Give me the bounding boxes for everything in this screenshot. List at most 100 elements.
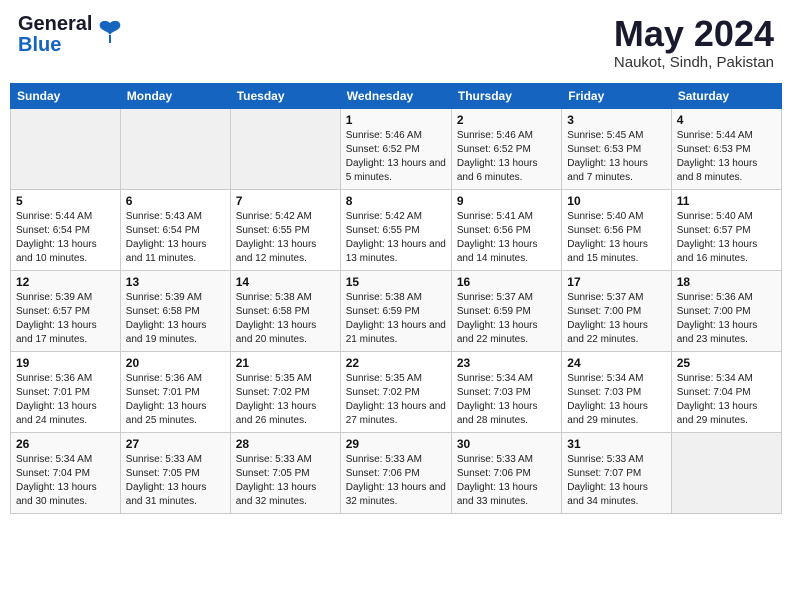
calendar-cell: 23Sunrise: 5:34 AMSunset: 7:03 PMDayligh…	[451, 351, 561, 432]
calendar-cell	[120, 108, 230, 189]
day-info: Sunrise: 5:34 AMSunset: 7:03 PMDaylight:…	[567, 372, 665, 428]
calendar-cell	[671, 432, 781, 513]
calendar-cell: 2 Sunrise: 5:46 AMSunset: 6:52 PMDaylight…	[451, 108, 561, 189]
day-info: Sunrise: 5:37 AMSunset: 6:59 PMDaylight:…	[457, 291, 556, 347]
calendar-cell: 9 Sunrise: 5:41 AMSunset: 6:56 PMDaylight…	[451, 189, 561, 270]
calendar-cell: 3Sunrise: 5:45 AMSunset: 6:53 PMDaylight…	[562, 108, 671, 189]
day-number: 26	[16, 437, 115, 451]
day-info: Sunrise: 5:36 AMSunset: 7:01 PMDaylight:…	[126, 372, 225, 428]
day-info: Sunrise: 5:44 AMSunset: 6:53 PMDaylight:…	[677, 129, 776, 185]
calendar-cell: 15Sunrise: 5:38 AMSunset: 6:59 PMDayligh…	[340, 270, 451, 351]
day-number: 27	[126, 437, 225, 451]
logo: General Blue	[18, 14, 124, 56]
weekday-header-cell: Monday	[120, 83, 230, 108]
calendar-cell: 13Sunrise: 5:39 AMSunset: 6:58 PMDayligh…	[120, 270, 230, 351]
day-number: 9	[457, 194, 556, 208]
day-number: 3	[567, 113, 665, 127]
day-number: 8	[346, 194, 446, 208]
day-number: 19	[16, 356, 115, 370]
calendar-cell: 16 Sunrise: 5:37 AMSunset: 6:59 PMDayligh…	[451, 270, 561, 351]
day-number: 10	[567, 194, 665, 208]
day-info: Sunrise: 5:33 AMSunset: 7:06 PMDaylight:…	[346, 453, 446, 509]
day-info: Sunrise: 5:37 AMSunset: 7:00 PMDaylight:…	[567, 291, 665, 347]
calendar-cell: 5 Sunrise: 5:44 AMSunset: 6:54 PMDaylight…	[11, 189, 121, 270]
day-number: 25	[677, 356, 776, 370]
day-number: 21	[236, 356, 335, 370]
calendar-cell: 20 Sunrise: 5:36 AMSunset: 7:01 PMDayligh…	[120, 351, 230, 432]
day-info: Sunrise: 5:38 AMSunset: 6:58 PMDaylight:…	[236, 291, 335, 347]
day-info: Sunrise: 5:33 AMSunset: 7:06 PMDaylight:…	[457, 453, 556, 509]
calendar-cell: 8 Sunrise: 5:42 AMSunset: 6:55 PMDaylight…	[340, 189, 451, 270]
day-number: 24	[567, 356, 665, 370]
day-number: 12	[16, 275, 115, 289]
day-info: Sunrise: 5:41 AMSunset: 6:56 PMDaylight:…	[457, 210, 556, 266]
location-title: Naukot, Sindh, Pakistan	[614, 54, 774, 71]
calendar-cell: 17Sunrise: 5:37 AMSunset: 7:00 PMDayligh…	[562, 270, 671, 351]
day-number: 30	[457, 437, 556, 451]
weekday-header-cell: Friday	[562, 83, 671, 108]
calendar-cell: 18 Sunrise: 5:36 AMSunset: 7:00 PMDayligh…	[671, 270, 781, 351]
logo-general: General	[18, 14, 92, 35]
day-info: Sunrise: 5:33 AMSunset: 7:05 PMDaylight:…	[236, 453, 335, 509]
weekday-header-cell: Wednesday	[340, 83, 451, 108]
calendar-cell: 31Sunrise: 5:33 AMSunset: 7:07 PMDayligh…	[562, 432, 671, 513]
day-info: Sunrise: 5:35 AMSunset: 7:02 PMDaylight:…	[346, 372, 446, 428]
weekday-header-cell: Sunday	[11, 83, 121, 108]
day-info: Sunrise: 5:42 AMSunset: 6:55 PMDaylight:…	[346, 210, 446, 266]
calendar-cell: 11Sunrise: 5:40 AMSunset: 6:57 PMDayligh…	[671, 189, 781, 270]
day-number: 20	[126, 356, 225, 370]
calendar-cell: 25 Sunrise: 5:34 AMSunset: 7:04 PMDayligh…	[671, 351, 781, 432]
day-number: 22	[346, 356, 446, 370]
calendar-cell: 7 Sunrise: 5:42 AMSunset: 6:55 PMDaylight…	[230, 189, 340, 270]
day-info: Sunrise: 5:39 AMSunset: 6:57 PMDaylight:…	[16, 291, 115, 347]
calendar-cell: 10 Sunrise: 5:40 AMSunset: 6:56 PMDayligh…	[562, 189, 671, 270]
day-info: Sunrise: 5:34 AMSunset: 7:04 PMDaylight:…	[16, 453, 115, 509]
day-info: Sunrise: 5:35 AMSunset: 7:02 PMDaylight:…	[236, 372, 335, 428]
calendar-cell: 6Sunrise: 5:43 AMSunset: 6:54 PMDaylight…	[120, 189, 230, 270]
calendar-week-row: 19 Sunrise: 5:36 AMSunset: 7:01 PMDayligh…	[11, 351, 782, 432]
day-info: Sunrise: 5:40 AMSunset: 6:56 PMDaylight:…	[567, 210, 665, 266]
day-info: Sunrise: 5:33 AMSunset: 7:07 PMDaylight:…	[567, 453, 665, 509]
day-number: 13	[126, 275, 225, 289]
day-number: 18	[677, 275, 776, 289]
day-number: 16	[457, 275, 556, 289]
day-info: Sunrise: 5:46 AMSunset: 6:52 PMDaylight:…	[457, 129, 556, 185]
day-info: Sunrise: 5:36 AMSunset: 7:01 PMDaylight:…	[16, 372, 115, 428]
calendar-cell: 14 Sunrise: 5:38 AMSunset: 6:58 PMDayligh…	[230, 270, 340, 351]
day-number: 7	[236, 194, 335, 208]
logo-bird-icon	[96, 17, 124, 50]
weekday-header-row: SundayMondayTuesdayWednesdayThursdayFrid…	[11, 83, 782, 108]
day-number: 11	[677, 194, 776, 208]
calendar-body: 1 Sunrise: 5:46 AMSunset: 6:52 PMDaylight…	[11, 108, 782, 513]
title-area: May 2024 Naukot, Sindh, Pakistan	[614, 14, 774, 71]
calendar-week-row: 12 Sunrise: 5:39 AMSunset: 6:57 PMDayligh…	[11, 270, 782, 351]
calendar-cell: 22 Sunrise: 5:35 AMSunset: 7:02 PMDayligh…	[340, 351, 451, 432]
calendar-table: SundayMondayTuesdayWednesdayThursdayFrid…	[10, 83, 782, 514]
day-info: Sunrise: 5:46 AMSunset: 6:52 PMDaylight:…	[346, 129, 446, 185]
calendar-cell: 21 Sunrise: 5:35 AMSunset: 7:02 PMDayligh…	[230, 351, 340, 432]
day-number: 14	[236, 275, 335, 289]
day-number: 15	[346, 275, 446, 289]
day-info: Sunrise: 5:42 AMSunset: 6:55 PMDaylight:…	[236, 210, 335, 266]
day-info: Sunrise: 5:34 AMSunset: 7:03 PMDaylight:…	[457, 372, 556, 428]
calendar-cell	[11, 108, 121, 189]
day-number: 4	[677, 113, 776, 127]
logo-blue: Blue	[18, 35, 92, 56]
calendar-cell: 30 Sunrise: 5:33 AMSunset: 7:06 PMDayligh…	[451, 432, 561, 513]
day-info: Sunrise: 5:44 AMSunset: 6:54 PMDaylight:…	[16, 210, 115, 266]
calendar-week-row: 1 Sunrise: 5:46 AMSunset: 6:52 PMDaylight…	[11, 108, 782, 189]
month-title: May 2024	[614, 14, 774, 54]
weekday-header-cell: Saturday	[671, 83, 781, 108]
day-number: 1	[346, 113, 446, 127]
day-number: 2	[457, 113, 556, 127]
calendar-week-row: 5 Sunrise: 5:44 AMSunset: 6:54 PMDaylight…	[11, 189, 782, 270]
day-info: Sunrise: 5:36 AMSunset: 7:00 PMDaylight:…	[677, 291, 776, 347]
calendar-cell: 4 Sunrise: 5:44 AMSunset: 6:53 PMDaylight…	[671, 108, 781, 189]
day-info: Sunrise: 5:33 AMSunset: 7:05 PMDaylight:…	[126, 453, 225, 509]
day-info: Sunrise: 5:34 AMSunset: 7:04 PMDaylight:…	[677, 372, 776, 428]
calendar-cell: 24 Sunrise: 5:34 AMSunset: 7:03 PMDayligh…	[562, 351, 671, 432]
header: General Blue May 2024 Naukot, Sindh, Pak…	[10, 10, 782, 75]
day-info: Sunrise: 5:43 AMSunset: 6:54 PMDaylight:…	[126, 210, 225, 266]
weekday-header-cell: Tuesday	[230, 83, 340, 108]
day-number: 5	[16, 194, 115, 208]
